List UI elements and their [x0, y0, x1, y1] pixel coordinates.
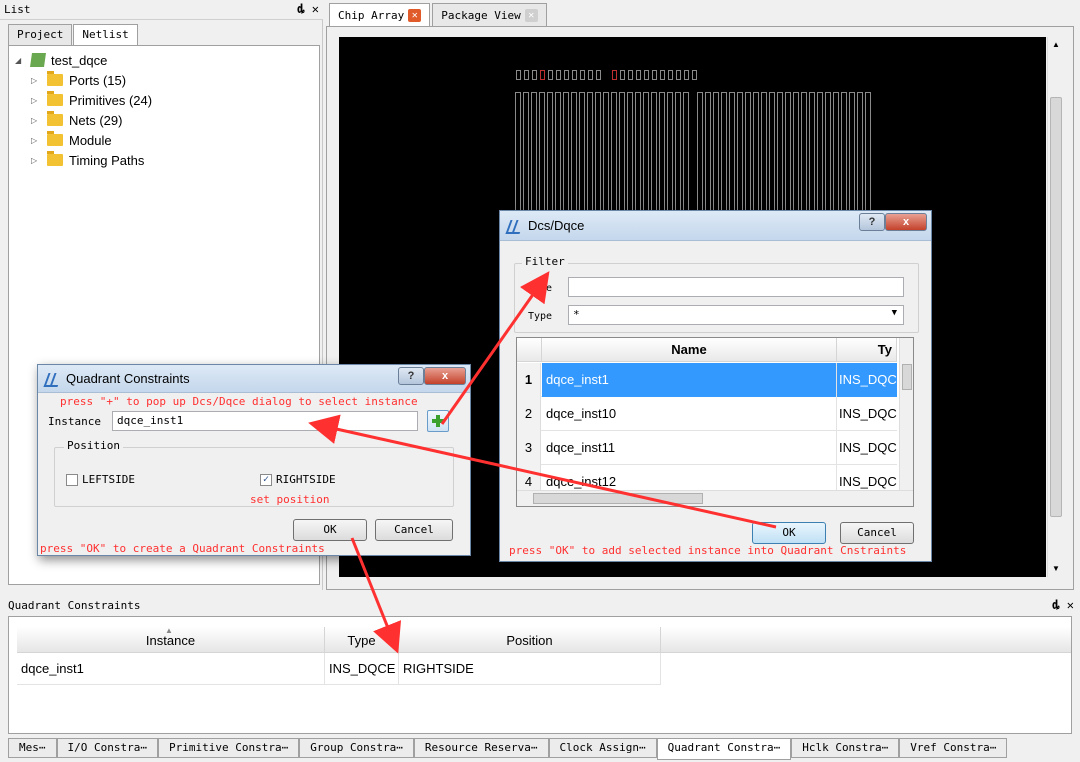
arrow-ok-to-table: [350, 537, 402, 654]
arrow-ok-to-instance: [308, 414, 777, 529]
arrow-plus-to-dialog: [440, 271, 550, 425]
annotation-arrows: [308, 271, 777, 654]
